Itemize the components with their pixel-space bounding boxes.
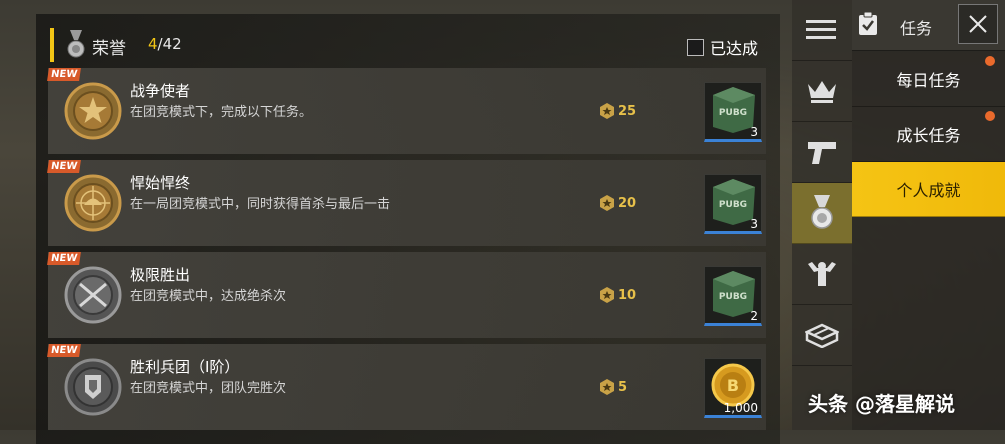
shield-badge-icon <box>64 358 122 416</box>
notification-dot <box>985 56 995 66</box>
pistol-icon <box>808 142 836 164</box>
watermark-text: 头条 @落星解说 <box>808 392 955 416</box>
points-value: 25 <box>618 103 637 119</box>
helmet-crosshair-badge-icon <box>64 174 122 232</box>
point-star-icon <box>600 287 614 303</box>
achievement-points: 20 <box>598 192 636 214</box>
crown-icon <box>808 81 836 103</box>
mission-title: 任务 <box>900 19 933 38</box>
menu-growth-tasks-label: 成长任务 <box>896 126 961 145</box>
notification-dot <box>985 111 995 121</box>
points-value: 5 <box>618 379 628 395</box>
menu-daily-tasks-label: 每日任务 <box>896 71 961 90</box>
count-total: /42 <box>157 35 182 53</box>
achievement-desc: 在团竞模式下，完成以下任务。 <box>130 105 313 120</box>
achievement-points: 5 <box>598 376 627 398</box>
achievement-title: 悍始悍终 <box>130 174 191 192</box>
achieved-filter-label: 已达成 <box>709 39 758 58</box>
svg-text:B: B <box>727 376 739 395</box>
achievement-title: 战争使者 <box>130 82 191 100</box>
reward-item[interactable]: B 1,000 <box>704 358 762 418</box>
menu-icon <box>806 20 836 39</box>
star-badge-icon <box>64 82 122 140</box>
menu-personal-achievements[interactable]: 个人成就 <box>852 162 1005 217</box>
svg-text:PUBG: PUBG <box>719 200 747 210</box>
achievement-count: 4/42 <box>148 35 182 53</box>
tab-crown[interactable] <box>792 61 852 122</box>
tab-fitness[interactable] <box>792 244 852 305</box>
achieved-filter[interactable]: 已达成 <box>686 35 758 59</box>
achievements-panel: 荣誉 4/42 已达成 NEW 战争使者 在团竞模式下，完成以下任务。 25 P… <box>36 14 780 444</box>
tab-menu[interactable] <box>792 0 852 61</box>
muscle-icon <box>808 262 836 286</box>
reward-quantity: 3 <box>750 217 758 231</box>
achieved-checkbox[interactable] <box>686 38 704 56</box>
point-star-icon <box>600 379 614 395</box>
achievement-points: 25 <box>598 100 636 122</box>
reward-item[interactable]: PUBG 3 <box>704 174 762 234</box>
clipboard-check-icon <box>859 12 877 35</box>
count-current: 4 <box>148 35 158 53</box>
medal-icon <box>67 30 85 58</box>
tab-weapon[interactable] <box>792 122 852 183</box>
achievement-desc: 在一局团竞模式中，同时获得首杀与最后一击 <box>130 197 391 212</box>
achievement-row[interactable]: NEW 悍始悍终 在一局团竞模式中，同时获得首杀与最后一击 20 PUBG 3 <box>47 160 766 246</box>
mission-header: 任务 <box>852 0 1005 51</box>
achievement-title: 胜利兵团（I阶） <box>130 358 240 376</box>
close-button[interactable] <box>958 4 998 44</box>
menu-growth-tasks[interactable]: 成长任务 <box>852 107 1005 162</box>
svg-text:PUBG: PUBG <box>719 108 747 118</box>
box-icon <box>805 323 839 348</box>
page-title: 荣誉 <box>92 39 126 59</box>
points-value: 20 <box>618 195 637 211</box>
achievement-points: 10 <box>598 284 636 306</box>
reward-quantity: 1,000 <box>723 401 758 415</box>
svg-text:PUBG: PUBG <box>719 292 747 302</box>
reward-item[interactable]: PUBG 2 <box>704 266 762 326</box>
reward-quantity: 2 <box>750 309 758 323</box>
achievement-desc: 在团竞模式中，达成绝杀次 <box>130 289 287 304</box>
point-star-icon <box>600 195 614 211</box>
tab-box[interactable] <box>792 305 852 366</box>
category-tabs <box>792 0 852 430</box>
crossed-rifles-badge-icon <box>64 266 122 324</box>
header-accent-bar <box>50 28 54 62</box>
points-value: 10 <box>618 287 637 303</box>
achievement-desc: 在团竞模式中，团队完胜次 <box>130 381 287 396</box>
menu-daily-tasks[interactable]: 每日任务 <box>852 52 1005 107</box>
close-icon <box>969 15 987 33</box>
achievement-row[interactable]: NEW 胜利兵团（I阶） 在团竞模式中，团队完胜次 5 B 1,000 <box>47 344 766 430</box>
mission-panel: 任务 每日任务 成长任务 个人成就 <box>852 0 1005 430</box>
point-star-icon <box>600 103 614 119</box>
medal-icon <box>811 195 833 229</box>
reward-quantity: 3 <box>750 125 758 139</box>
tab-honor[interactable] <box>792 183 852 244</box>
achievement-title: 极限胜出 <box>130 266 191 284</box>
menu-personal-achievements-label: 个人成就 <box>896 181 961 200</box>
achievement-row[interactable]: NEW 极限胜出 在团竞模式中，达成绝杀次 10 PUBG 2 <box>47 252 766 338</box>
reward-item[interactable]: PUBG 3 <box>704 82 762 142</box>
honor-header: 荣誉 4/42 已达成 <box>50 28 766 62</box>
achievement-row[interactable]: NEW 战争使者 在团竞模式下，完成以下任务。 25 PUBG 3 <box>47 68 766 154</box>
